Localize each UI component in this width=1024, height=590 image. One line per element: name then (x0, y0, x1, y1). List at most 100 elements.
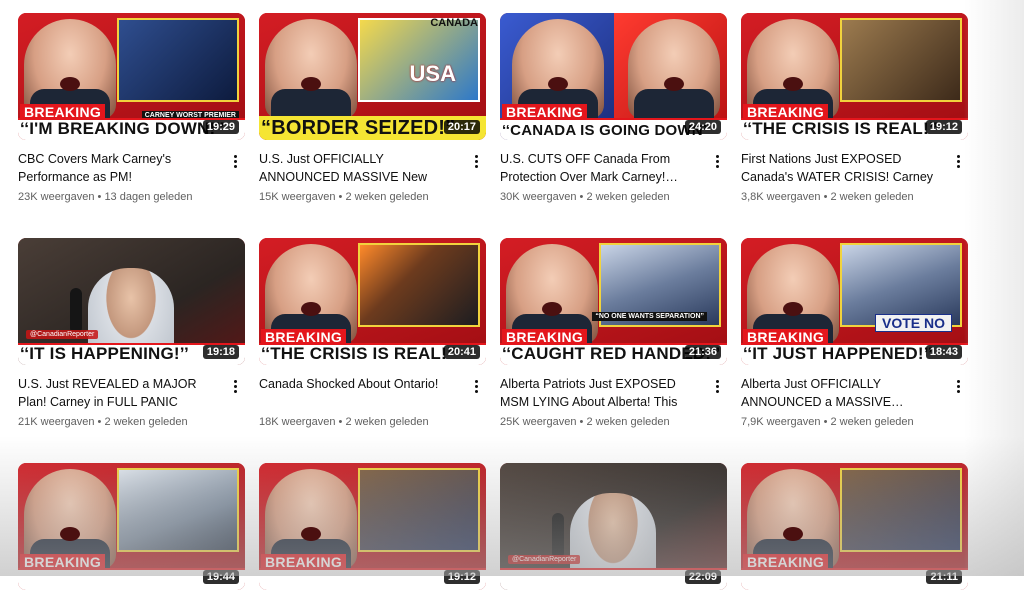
more-options-icon[interactable] (227, 151, 243, 171)
video-card[interactable]: BREAKING ‘‘THE CRISIS IS REAL!’’ 19:12 F… (741, 13, 968, 204)
upload-age: 2 weken geleden (586, 191, 670, 203)
video-meta: CBC Covers Mark Carney's Performance as … (18, 150, 245, 204)
video-thumbnail[interactable]: BREAKING ‘‘THE CRISIS IS REAL!’’ 20:41 (259, 238, 486, 365)
video-card[interactable]: BREAKING 19:44 (18, 463, 245, 590)
separator: • (823, 191, 828, 203)
snow-inset-image (117, 468, 239, 552)
breaking-badge: BREAKING (502, 104, 588, 120)
video-card[interactable]: @CanadianReporter 22:09 (500, 463, 727, 590)
video-stats: 23K weergaven • 13 dagen geleden (18, 190, 219, 204)
view-count: 3,8K weergaven (741, 191, 821, 203)
more-options-icon[interactable] (709, 151, 725, 171)
duration-badge: 20:17 (443, 120, 480, 134)
video-thumbnail[interactable]: BREAKING 19:44 (18, 463, 245, 590)
duration-badge: 20:41 (443, 345, 480, 359)
video-meta: Alberta Just OFFICIALLY ANNOUNCED a MASS… (741, 375, 968, 429)
view-count: 30K weergaven (500, 191, 577, 203)
more-options-icon[interactable] (709, 376, 725, 396)
breaking-badge: BREAKING (20, 104, 106, 120)
more-options-icon[interactable] (950, 151, 966, 171)
video-title[interactable]: Alberta Just OFFICIALLY ANNOUNCED a MASS… (741, 375, 942, 411)
video-thumbnail[interactable]: BREAKING ‘‘CANADA IS GOING DOWN’’ 24:20 (500, 13, 727, 140)
video-card[interactable]: BREAKING 19:12 (259, 463, 486, 590)
video-title[interactable]: Canada Shocked About Ontario! (259, 375, 460, 411)
channel-tag: @CanadianReporter (26, 330, 99, 339)
microphone-icon (552, 513, 564, 559)
more-options-icon[interactable] (227, 376, 243, 396)
video-meta: U.S. Just REVEALED a MAJOR Plan! Carney … (18, 375, 245, 429)
breaking-badge: BREAKING (502, 329, 588, 345)
upload-age: 2 weken geleden (830, 416, 914, 428)
video-thumbnail[interactable]: @CanadianReporter 22:09 (500, 463, 727, 590)
video-title[interactable]: Alberta Patriots Just EXPOSED MSM LYING … (500, 375, 701, 411)
video-card[interactable]: CARNEY WORST PREMIER BREAKING ‘‘I'M BREA… (18, 13, 245, 204)
breaking-badge: BREAKING (743, 554, 829, 570)
separator: • (338, 191, 343, 203)
edge-vignette (964, 0, 1024, 576)
duration-badge: 19:29 (202, 120, 239, 134)
video-thumbnail[interactable]: BREAKING 19:12 (259, 463, 486, 590)
fire-inset-image (358, 243, 480, 327)
video-thumbnail[interactable]: @CanadianReporter ‘‘IT IS HAPPENING!’’ 1… (18, 238, 245, 365)
thumbnail-caption: ‘‘I'M BREAKING DOWN!’’ (20, 119, 225, 138)
upload-age: 2 weken geleden (345, 191, 429, 203)
video-card[interactable]: BREAKING ‘‘THE CRISIS IS REAL!’’ 20:41 C… (259, 238, 486, 429)
video-card[interactable]: BREAKING ‘‘CANADA IS GOING DOWN’’ 24:20 … (500, 13, 727, 204)
view-count: 7,9K weergaven (741, 416, 821, 428)
thumbnail-caption: ‘‘IT JUST HAPPENED!’’ (743, 344, 933, 363)
upload-age: 2 weken geleden (345, 416, 429, 428)
video-card[interactable]: @CanadianReporter ‘‘IT IS HAPPENING!’’ 1… (18, 238, 245, 429)
more-options-icon[interactable] (950, 376, 966, 396)
separator: • (579, 416, 584, 428)
video-card[interactable]: “NO ONE WANTS SEPARATION” BREAKING ‘‘CAU… (500, 238, 727, 429)
thumbnail-overlay-text: CANADA (430, 17, 478, 29)
upload-age: 2 weken geleden (104, 416, 188, 428)
separator: • (579, 191, 584, 203)
video-meta: Canada Shocked About Ontario! 18K weerga… (259, 375, 486, 429)
video-thumbnail[interactable]: BREAKING ‘‘THE CRISIS IS REAL!’’ 19:12 (741, 13, 968, 140)
video-stats: 7,9K weergaven • 2 weken geleden (741, 415, 942, 429)
video-card[interactable]: CANADA USA “BORDER SEIZED!” 20:17 U.S. J… (259, 13, 486, 204)
video-stats: 15K weergaven • 2 weken geleden (259, 190, 460, 204)
more-options-icon[interactable] (468, 376, 484, 396)
video-meta: Alberta Patriots Just EXPOSED MSM LYING … (500, 375, 727, 429)
channel-tag: @CanadianReporter (508, 555, 581, 564)
office-inset-image (358, 468, 480, 552)
video-title[interactable]: CBC Covers Mark Carney's Performance as … (18, 150, 219, 186)
thumbnail-caption: ‘‘THE CRISIS IS REAL!’’ (261, 344, 457, 363)
video-thumbnail[interactable]: BREAKING 21:11 (741, 463, 968, 590)
duration-badge: 19:44 (202, 570, 239, 584)
duration-badge: 19:12 (925, 120, 962, 134)
view-count: 25K weergaven (500, 416, 577, 428)
video-stats: 18K weergaven • 2 weken geleden (259, 415, 460, 429)
breaking-badge: BREAKING (743, 104, 829, 120)
video-thumbnail[interactable]: CARNEY WORST PREMIER BREAKING ‘‘I'M BREA… (18, 13, 245, 140)
separator: • (97, 191, 102, 203)
video-title[interactable]: U.S. Just OFFICIALLY ANNOUNCED MASSIVE N… (259, 150, 460, 186)
thumbnail-caption: “BORDER SEIZED!” (261, 117, 456, 139)
duration-badge: 19:18 (202, 345, 239, 359)
thumbnail-caption: ‘‘CANADA IS GOING DOWN’’ (502, 122, 711, 139)
thumbnail-overlay-text: VOTE NO (874, 314, 952, 332)
microphone-icon (70, 288, 82, 334)
more-options-icon[interactable] (468, 151, 484, 171)
video-title[interactable]: U.S. Just REVEALED a MAJOR Plan! Carney … (18, 375, 219, 411)
video-card[interactable]: BREAKING 21:11 (741, 463, 968, 590)
video-title[interactable]: First Nations Just EXPOSED Canada's WATE… (741, 150, 942, 186)
news-inset-image (117, 18, 239, 102)
video-thumbnail[interactable]: CANADA USA “BORDER SEIZED!” 20:17 (259, 13, 486, 140)
video-stats: 25K weergaven • 2 weken geleden (500, 415, 701, 429)
view-count: 21K weergaven (18, 416, 95, 428)
video-title[interactable]: U.S. CUTS OFF Canada From Protection Ove… (500, 150, 701, 186)
separator: • (338, 416, 343, 428)
breaking-badge: BREAKING (261, 554, 347, 570)
video-stats: 21K weergaven • 2 weken geleden (18, 415, 219, 429)
office-inset-image (840, 468, 962, 552)
view-count: 15K weergaven (259, 191, 336, 203)
video-card[interactable]: VOTE NO BREAKING ‘‘IT JUST HAPPENED!’’ 1… (741, 238, 968, 429)
video-thumbnail[interactable]: “NO ONE WANTS SEPARATION” BREAKING ‘‘CAU… (500, 238, 727, 365)
duration-badge: 22:09 (684, 570, 721, 584)
duration-badge: 21:36 (684, 345, 721, 359)
map-inset-image (358, 18, 480, 102)
video-thumbnail[interactable]: VOTE NO BREAKING ‘‘IT JUST HAPPENED!’’ 1… (741, 238, 968, 365)
